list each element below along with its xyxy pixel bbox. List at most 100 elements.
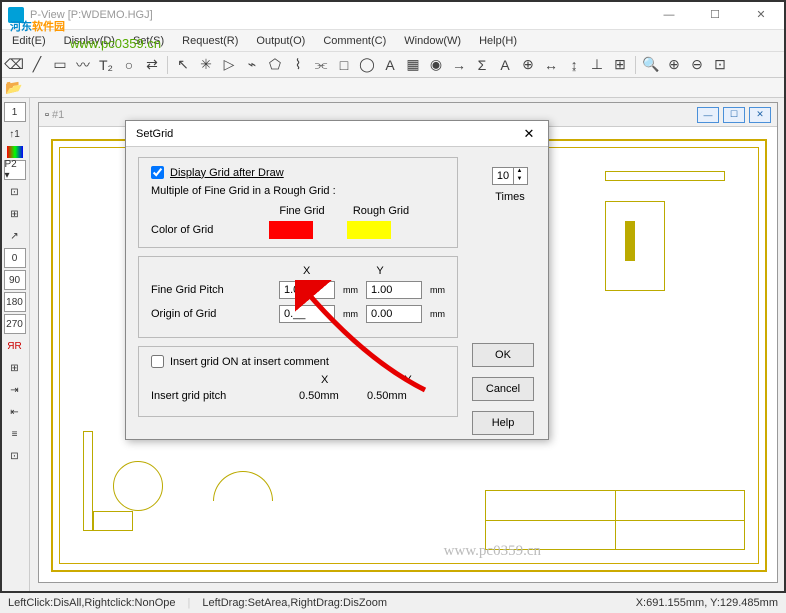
menu-help[interactable]: Help(H) <box>471 33 525 49</box>
menu-comment[interactable]: Comment(C) <box>315 33 394 49</box>
lp-tool1[interactable]: ⊡ <box>4 182 26 202</box>
status-coords: X:691.155mm, Y:129.485mm <box>636 597 778 609</box>
ellipse-icon[interactable]: ◯ <box>357 55 377 75</box>
resistor-icon[interactable]: ⫘ <box>311 55 331 75</box>
lp-0[interactable]: 0 <box>4 248 26 268</box>
toolbar: ⌫ ╱ ▭ 〰 T₂ ○ ⇄ ↖ ✳ ▷ ⌁ ⬠ ⌇ ⫘ □ ◯ A ▦ ◉ →… <box>0 52 786 78</box>
cursor-icon[interactable]: ↖ <box>173 55 193 75</box>
zigzag-icon[interactable]: ⌁ <box>242 55 262 75</box>
eraser-icon[interactable]: ⌫ <box>4 55 24 75</box>
lp-t4[interactable]: ≡ <box>4 424 26 444</box>
fine-grid-header: Fine Grid <box>269 205 335 217</box>
lp-arrow[interactable]: ↑1 <box>4 124 26 144</box>
multiple-input[interactable] <box>493 168 513 184</box>
lp-1[interactable]: 1 <box>4 102 26 122</box>
axis-icon[interactable]: ⊥ <box>587 55 607 75</box>
circle-icon[interactable]: ○ <box>119 55 139 75</box>
fine-color-swatch[interactable] <box>269 221 313 239</box>
lp-t1[interactable]: ⊞ <box>4 358 26 378</box>
setgrid-dialog: SetGrid ✕ Display Grid after Draw Multip… <box>125 120 549 440</box>
titlebar: P-View [P:WDEMO.HGJ] — ☐ ✕ <box>0 0 786 30</box>
spring-icon[interactable]: ⌇ <box>288 55 308 75</box>
lp-t5[interactable]: ⊡ <box>4 446 26 466</box>
dim-icon[interactable]: ⊕ <box>518 55 538 75</box>
a-icon[interactable]: A <box>495 55 515 75</box>
child-max[interactable]: ☐ <box>723 107 745 123</box>
lp-p2[interactable]: P2 ▾ <box>4 160 26 180</box>
watermark-url: www.pc0359.cn <box>70 36 161 51</box>
dim3-icon[interactable]: ↨ <box>564 55 584 75</box>
dialog-close-button[interactable]: ✕ <box>520 125 538 143</box>
lp-color[interactable] <box>7 146 23 158</box>
display-grid-checkbox[interactable] <box>151 166 164 179</box>
insert-on-checkbox[interactable] <box>151 355 164 368</box>
menu-request[interactable]: Request(R) <box>174 33 246 49</box>
help-button[interactable]: Help <box>472 411 534 435</box>
zoomfit-icon[interactable]: ⊡ <box>710 55 730 75</box>
insert-on-label: Insert grid ON at insert comment <box>170 356 329 368</box>
square-icon[interactable]: □ <box>334 55 354 75</box>
dialog-title: SetGrid <box>136 128 173 140</box>
arrowright-icon[interactable]: → <box>449 55 469 75</box>
x-header: X <box>303 265 310 277</box>
child-title: #1 <box>52 109 64 121</box>
minimize-button[interactable]: — <box>652 2 686 28</box>
fine-pitch-x-input[interactable] <box>279 281 335 299</box>
lp-90[interactable]: 90 <box>4 270 26 290</box>
status-mid: LeftDrag:SetArea,RightDrag:DisZoom <box>202 597 387 609</box>
fine-pitch-y-input[interactable] <box>366 281 422 299</box>
target-icon[interactable]: ◉ <box>426 55 446 75</box>
sigma-icon[interactable]: Σ <box>472 55 492 75</box>
origin-label: Origin of Grid <box>151 308 271 320</box>
color-label: Color of Grid <box>151 224 261 236</box>
menu-window[interactable]: Window(W) <box>396 33 469 49</box>
multiple-label: Multiple of Fine Grid in a Rough Grid : <box>151 185 336 197</box>
cancel-button[interactable]: Cancel <box>472 377 534 401</box>
spin-down-icon[interactable]: ▼ <box>513 176 525 184</box>
origin-y-input[interactable] <box>366 305 422 323</box>
swap-icon[interactable]: ⇄ <box>142 55 162 75</box>
lp-180[interactable]: 180 <box>4 292 26 312</box>
child-close[interactable]: ✕ <box>749 107 771 123</box>
doc-icon: ▫ <box>45 109 49 121</box>
menu-output[interactable]: Output(O) <box>248 33 313 49</box>
text-icon[interactable]: A <box>380 55 400 75</box>
insert-pitch-x: 0.50mm <box>299 390 359 402</box>
play-icon[interactable]: ▷ <box>219 55 239 75</box>
rough-color-swatch[interactable] <box>347 221 391 239</box>
lp-t3[interactable]: ⇤ <box>4 402 26 422</box>
multiple-spinner[interactable]: ▲▼ <box>492 167 528 185</box>
times-label: Times <box>492 191 528 203</box>
line-icon[interactable]: ╱ <box>27 55 47 75</box>
status-left: LeftClick:DisAll,Rightclick:NonOpe <box>8 597 176 609</box>
statusbar: LeftClick:DisAll,Rightclick:NonOpe | Lef… <box>0 591 786 613</box>
rect-icon[interactable]: ▭ <box>50 55 70 75</box>
lp-tool2[interactable]: ⊞ <box>4 204 26 224</box>
star-icon[interactable]: ✳ <box>196 55 216 75</box>
lp-t2[interactable]: ⇥ <box>4 380 26 400</box>
close-button[interactable]: ✕ <box>744 2 778 28</box>
rough-grid-header: Rough Grid <box>343 205 419 217</box>
spin-up-icon[interactable]: ▲ <box>513 168 525 176</box>
ok-button[interactable]: OK <box>472 343 534 367</box>
lp-mirror[interactable]: ЯR <box>4 336 26 356</box>
subscript-icon[interactable]: T₂ <box>96 55 116 75</box>
zoomplus-icon[interactable]: ⊕ <box>664 55 684 75</box>
y-header: Y <box>376 265 383 277</box>
zoomminus-icon[interactable]: ⊖ <box>687 55 707 75</box>
wave-icon[interactable]: 〰 <box>73 55 93 75</box>
display-grid-label: Display Grid after Draw <box>170 167 284 179</box>
fill-icon[interactable]: ▦ <box>403 55 423 75</box>
open-icon[interactable]: 📂 <box>4 78 24 98</box>
zoomin-icon[interactable]: 🔍 <box>641 55 661 75</box>
child-min[interactable]: — <box>697 107 719 123</box>
pentagon-icon[interactable]: ⬠ <box>265 55 285 75</box>
watermark-logo: 河东软件园 <box>10 10 65 36</box>
origin-x-input[interactable] <box>279 305 335 323</box>
watermark-center: www.pc0359.cn <box>444 543 541 560</box>
lp-270[interactable]: 270 <box>4 314 26 334</box>
lp-tool3[interactable]: ↗ <box>4 226 26 246</box>
grid-icon[interactable]: ⊞ <box>610 55 630 75</box>
dim2-icon[interactable]: ↔ <box>541 55 561 75</box>
maximize-button[interactable]: ☐ <box>698 2 732 28</box>
